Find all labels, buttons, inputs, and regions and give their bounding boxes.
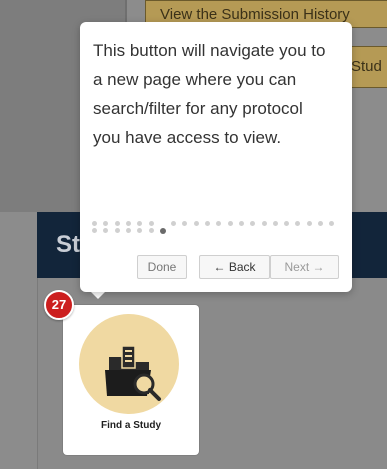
progress-dot[interactable] (284, 221, 290, 226)
find-a-study-label: Find a Study (101, 420, 161, 431)
back-button[interactable]: ← Back (199, 255, 270, 279)
progress-dot[interactable] (318, 221, 323, 226)
progress-dot[interactable] (306, 221, 312, 226)
progress-dot[interactable] (193, 221, 199, 226)
done-button[interactable]: Done (137, 255, 187, 279)
progress-dot[interactable] (125, 228, 131, 233)
find-a-study-card[interactable]: Find a Study (63, 305, 199, 455)
progress-dot[interactable] (103, 228, 109, 233)
progress-dot[interactable] (103, 221, 109, 226)
progress-dot[interactable] (250, 221, 256, 226)
tour-progress-dots (92, 221, 342, 235)
progress-dot[interactable] (114, 228, 120, 233)
folder-search-icon (105, 345, 161, 401)
progress-dot[interactable] (295, 221, 301, 226)
progress-dot[interactable] (125, 221, 131, 226)
find-a-study-icon-circle (79, 314, 179, 414)
progress-dot[interactable] (227, 221, 233, 226)
progress-dot[interactable] (205, 221, 210, 226)
progress-dot[interactable] (272, 221, 278, 226)
progress-dot[interactable] (137, 228, 143, 233)
progress-dot[interactable] (92, 228, 97, 233)
next-button[interactable]: Next → (270, 255, 339, 279)
progress-dot[interactable] (182, 221, 188, 226)
tour-step-badge: 27 (44, 290, 74, 320)
progress-dot[interactable] (216, 221, 222, 226)
tooltip-text: This button will navigate you to a new p… (93, 41, 326, 147)
progress-dot[interactable] (238, 221, 244, 226)
progress-dot[interactable] (159, 228, 166, 234)
progress-dot[interactable] (114, 221, 120, 226)
progress-dot[interactable] (261, 221, 267, 226)
progress-dot[interactable] (137, 221, 143, 226)
progress-dot[interactable] (92, 221, 97, 226)
progress-dot[interactable] (171, 221, 177, 226)
progress-dot[interactable] (329, 221, 335, 226)
tour-tooltip: This button will navigate you to a new p… (80, 22, 352, 292)
tooltip-button-row: Done ← Back Next → (80, 255, 352, 279)
progress-dot[interactable] (148, 228, 154, 233)
progress-dot[interactable] (148, 221, 154, 226)
